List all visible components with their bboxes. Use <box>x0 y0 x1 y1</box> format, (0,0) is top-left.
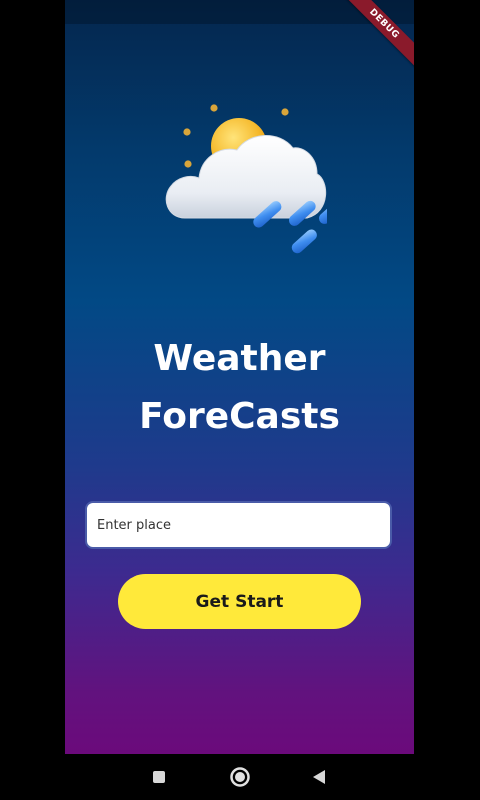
place-input[interactable] <box>85 501 392 549</box>
app-screen: DEBUG Weather ForeCasts Enter place Get … <box>65 0 414 754</box>
title-line-1: Weather <box>153 338 326 379</box>
app-title: Weather ForeCasts <box>65 330 414 446</box>
sun-ray-dot <box>210 104 218 112</box>
recents-button[interactable] <box>147 765 171 789</box>
get-start-button[interactable]: Get Start <box>118 574 361 629</box>
sun-ray-dot <box>183 128 191 136</box>
cloud <box>165 135 327 219</box>
sun-cloud-rain-icon <box>165 104 327 254</box>
sun-ray-dot <box>281 108 289 116</box>
android-nav-bar <box>0 754 480 800</box>
home-button[interactable] <box>228 765 252 789</box>
circle-icon <box>230 767 250 787</box>
square-icon <box>153 771 165 783</box>
back-button[interactable] <box>307 765 331 789</box>
title-line-2: ForeCasts <box>139 396 340 437</box>
device: DEBUG Weather ForeCasts Enter place Get … <box>0 0 480 800</box>
sun-ray-dot <box>184 160 192 168</box>
triangle-back-icon <box>313 770 325 784</box>
